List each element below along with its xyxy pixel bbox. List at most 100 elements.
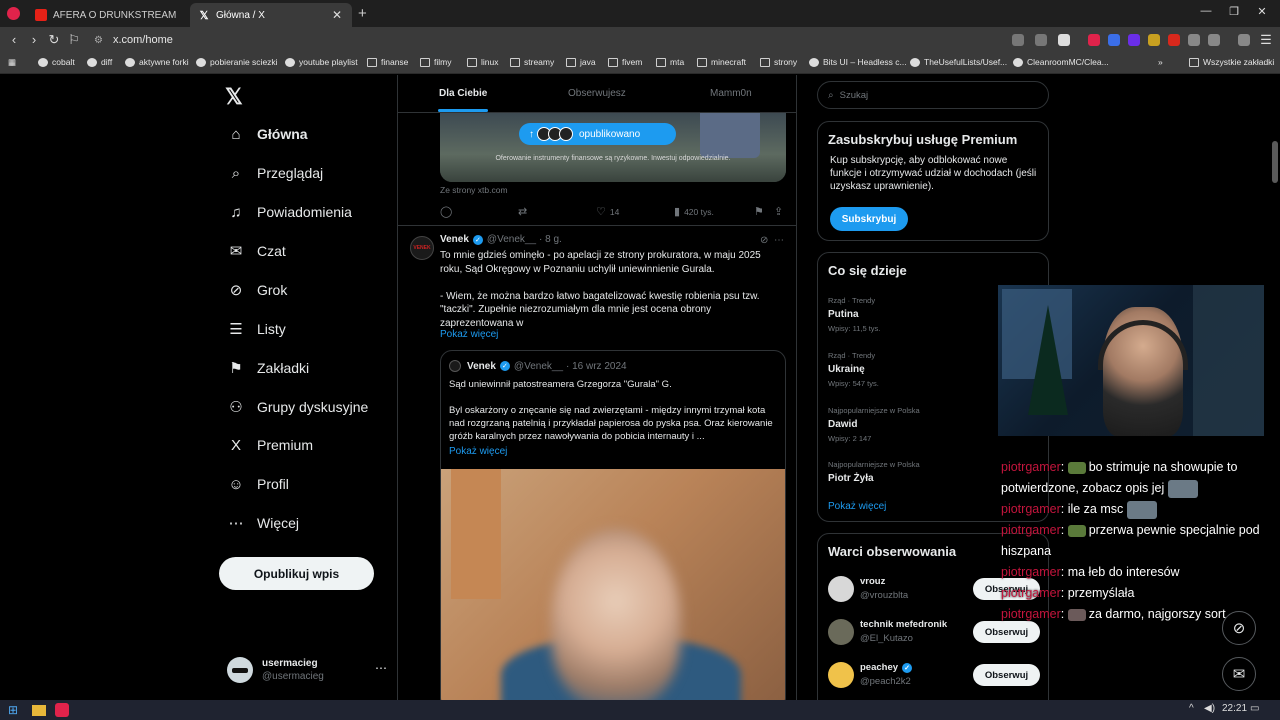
restore-icon[interactable]: ❐ [1224,5,1244,18]
bookmark-java[interactable]: java [566,57,596,67]
sidebar-item-premium[interactable]: X Premium [227,436,313,454]
windows-start-icon[interactable]: ⊞ [8,703,22,717]
follow-suggestion[interactable]: peachey ✓ @peach2k2 Obserwuj [828,660,1040,690]
extension-x-icon[interactable] [1088,34,1100,46]
tweet-author-handle[interactable]: @Venek__ [487,234,536,245]
bookmark-aktywne-forki[interactable]: aktywne forki [125,57,189,67]
scrollbar-thumb[interactable] [1272,141,1278,183]
media-icon[interactable] [1238,34,1250,46]
bookmark-diff[interactable]: diff [87,57,112,67]
back-icon[interactable]: ‹ [6,32,22,47]
ad-media[interactable]: ↑ opublikowano Oferowanie instrumenty fi… [440,113,786,182]
account-switcher[interactable]: usermacieg @usermacieg ⋯ [227,655,387,685]
follow-button[interactable]: Obserwuj [973,664,1040,686]
tab-mammon[interactable]: Mamm0n [710,88,752,99]
quoted-tweet[interactable]: Venek ✓ @Venek__ · 16 wrz 2024 Sąd uniew… [440,350,786,700]
published-pill[interactable]: ↑ opublikowano [519,123,676,145]
page-scrollbar[interactable] [1270,75,1280,700]
bookmark-page-icon[interactable]: ⚐ [66,32,82,48]
tweet-time[interactable]: · 8 g. [539,234,562,245]
forward-icon[interactable]: › [26,32,42,47]
grok-float-icon[interactable]: ⊘ [1222,611,1256,645]
bookmark-cobalt[interactable]: cobalt [38,57,75,67]
grok-icon[interactable]: ⊘ [760,235,768,246]
brave-shield-icon[interactable] [1058,34,1070,46]
trends-show-more-link[interactable]: Pokaż więcej [828,501,886,512]
browser-tab-youtube[interactable]: AFERA O DRUNKSTREAM BRUCEI? Na [27,3,187,27]
extension-yellow-icon[interactable] [1148,34,1160,46]
clock[interactable]: 22:21 [1222,703,1247,714]
sidebar-icon[interactable] [1208,34,1220,46]
file-explorer-icon[interactable] [32,705,46,716]
sidebar-item-lists[interactable]: ☰ Listy [227,320,286,338]
sidebar-item-grok[interactable]: ⊘ Grok [227,281,288,299]
bookmark-cleanroommc[interactable]: CleanroomMC/Clea... [1013,57,1109,67]
sidebar-item-chat[interactable]: ✉ Czat [227,242,286,260]
reply-button[interactable]: ◯ [440,205,456,218]
apps-grid-icon[interactable]: ▦ [8,57,16,68]
cast-icon[interactable] [1012,34,1024,46]
subscribe-button[interactable]: Subskrybuj [830,207,908,231]
bookmark-finanse[interactable]: finanse [367,57,408,67]
sidebar-item-notifications[interactable]: ♫ Powiadomienia [227,203,352,221]
sidebar-item-bookmarks[interactable]: ⚑ Zakładki [227,359,309,377]
bookmark-mta[interactable]: mta [656,57,684,67]
bookmark-filmy[interactable]: filmy [420,57,451,67]
browser-tab-x[interactable]: 𝕏 Główna / X ✕ [190,3,352,27]
quote-media-image[interactable] [441,469,785,700]
bookmarks-overflow-icon[interactable]: » [1158,57,1163,67]
repost-button[interactable]: ⇄ [518,205,531,218]
sidebar-item-communities[interactable]: ⚇ Grupy dyskusyjne [227,398,368,416]
like-button[interactable]: ♡ 14 [596,205,619,218]
site-info-icon[interactable]: ⚙ [94,35,103,46]
bookmark-strony[interactable]: strony [760,57,797,67]
share-icon[interactable] [1035,34,1047,46]
bookmark-linux[interactable]: linux [467,57,498,67]
tray-chevron-icon[interactable]: ^ [1189,703,1194,714]
more-dots-icon[interactable]: ⋯ [774,235,784,246]
bookmark-streamy[interactable]: streamy [510,57,554,67]
all-bookmarks[interactable]: Wszystkie zakładki [1189,57,1274,67]
brave-taskbar-icon[interactable] [55,703,69,717]
bookmark-minecraft[interactable]: minecraft [697,57,746,67]
sidebar-item-more[interactable]: ⋯ Więcej [227,514,300,532]
quote-show-more-link[interactable]: Pokaż więcej [449,446,507,457]
tab-for-you[interactable]: Dla Ciebie [439,88,487,99]
extensions-puzzle-icon[interactable] [1188,34,1200,46]
messages-float-icon[interactable]: ✉ [1222,657,1256,691]
new-tab-button[interactable]: + [358,5,367,22]
minimize-icon[interactable]: — [1196,5,1216,17]
ad-source-link[interactable]: Ze strony xtb.com [440,185,508,195]
volume-icon[interactable]: ◀) [1204,703,1215,714]
tweet-author-name[interactable]: Venek [440,234,469,245]
sidebar-item-home[interactable]: ⌂ Główna [227,125,307,143]
bookmark-button[interactable]: ⚑ [754,205,768,218]
bookmark-fivem[interactable]: fivem [608,57,642,67]
extension-purple-icon[interactable] [1128,34,1140,46]
extension-blue-icon[interactable] [1108,34,1120,46]
bookmark-youtube-playlist[interactable]: youtube playlist [285,57,358,67]
tab-following[interactable]: Obserwujesz [568,88,626,99]
bookmark-pobieranie[interactable]: pobieranie sciezki [196,57,278,67]
close-tab-icon[interactable]: ✕ [330,8,344,22]
sidebar-item-explore[interactable]: ⌕ Przeglądaj [227,164,323,182]
close-window-icon[interactable]: ✕ [1252,5,1272,18]
trend-item[interactable]: Najpopularniejsze w Polska Piotr Żyła [828,460,1028,484]
extension-red-icon[interactable] [1168,34,1180,46]
x-logo-icon[interactable]: 𝕏 [225,84,243,110]
bookmark-bits-ui[interactable]: Bits UI – Headless c... [809,57,907,67]
bookmark-usefullists[interactable]: TheUsefulLists/Usef... [910,57,1007,67]
notifications-icon[interactable]: ▭ [1250,703,1259,714]
views-button[interactable]: ▮ 420 tys. [674,205,714,218]
avatar[interactable]: VENEK [410,236,434,260]
sidebar-item-profile[interactable]: ☺ Profil [227,475,289,493]
address-bar[interactable]: ⚙ x.com/home [88,30,988,50]
share-button[interactable]: ⇪ [774,205,787,218]
more-dots-icon[interactable]: ⋯ [375,661,387,675]
browser-logo-icon[interactable] [7,7,20,20]
search-input[interactable]: ⌕ Szukaj [817,81,1049,109]
show-more-link[interactable]: Pokaż więcej [440,329,498,340]
reload-icon[interactable]: ↻ [46,32,62,48]
post-button[interactable]: Opublikuj wpis [219,557,374,590]
menu-icon[interactable]: ☰ [1258,32,1274,48]
